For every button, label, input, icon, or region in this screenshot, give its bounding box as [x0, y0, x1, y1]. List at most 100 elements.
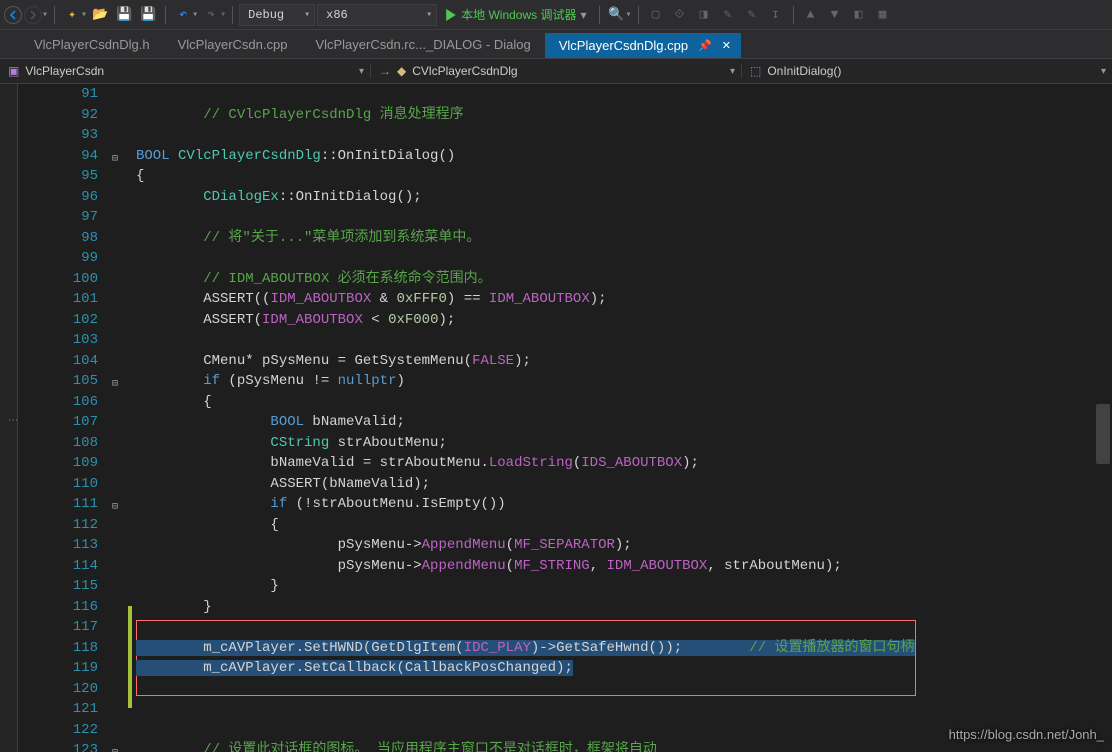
vertical-scrollbar[interactable] — [1096, 404, 1110, 464]
txt: ::OnInitDialog(); — [279, 189, 422, 205]
m: FALSE — [472, 353, 514, 369]
t: ); — [615, 537, 632, 553]
nav-class-dropdown[interactable]: → ◆ CVlcPlayerCsdnDlg — [370, 64, 741, 78]
k: if — [203, 373, 220, 389]
t: )->GetSafeHwnd()); — [531, 640, 682, 656]
fold-icon[interactable]: ⊟ — [112, 744, 118, 752]
fold-icon[interactable]: ⊟ — [112, 375, 118, 396]
line-number: 110 — [18, 474, 98, 495]
box-icon[interactable]: ▢ — [645, 4, 667, 26]
config-dropdown[interactable]: Debug — [239, 4, 315, 26]
t — [136, 373, 203, 389]
c: // 设置播放器的窗口句柄 — [682, 640, 914, 656]
m: IDM_ABOUTBOX — [489, 291, 590, 307]
kw: BOOL — [136, 148, 170, 164]
tool-icon[interactable]: ◧ — [848, 4, 870, 26]
undo-icon[interactable]: ↶ — [172, 4, 194, 26]
m: IDM_ABOUTBOX — [262, 312, 363, 328]
comment: // 设置此对话框的图标。 当应用程序主窗口不是对话框时，框架将自动 — [136, 742, 657, 752]
line-number: 96 — [18, 187, 98, 208]
t — [136, 414, 270, 430]
t: (!strAboutMenu.IsEmpty()) — [287, 496, 505, 512]
line-number: 91 — [18, 84, 98, 105]
watermark: https://blog.csdn.net/Jonh_ — [949, 727, 1104, 742]
line-number: 115 — [18, 576, 98, 597]
line-number: 102 — [18, 310, 98, 331]
document-tabs: VlcPlayerCsdnDlg.h VlcPlayerCsdn.cpp Vlc… — [0, 30, 1112, 58]
line-number: 112 — [18, 515, 98, 536]
nav-member-dropdown[interactable]: ⬚ OnInitDialog() — [741, 64, 1112, 78]
t: ASSERT(( — [136, 291, 270, 307]
nav-forward-icon[interactable] — [24, 6, 42, 24]
fold-icon[interactable]: ⊟ — [112, 150, 118, 171]
t — [136, 496, 270, 512]
save-all-icon[interactable]: 💾 — [137, 4, 159, 26]
t: strAboutMenu; — [329, 435, 447, 451]
pin-icon[interactable]: 📌 — [698, 39, 712, 52]
type: CDialogEx — [136, 189, 279, 205]
n: 0xF000 — [388, 312, 438, 328]
separator — [599, 6, 600, 24]
tab-label: VlcPlayerCsdn.cpp — [178, 37, 288, 52]
new-item-icon[interactable]: ✦ — [61, 4, 83, 26]
tool-icon[interactable]: ◨ — [693, 4, 715, 26]
t — [136, 435, 270, 451]
txt: ::OnInitDialog() — [321, 148, 455, 164]
tab-csdn-cpp[interactable]: VlcPlayerCsdn.cpp — [164, 31, 302, 58]
line-number: 108 — [18, 433, 98, 454]
line-number: 94 — [18, 146, 98, 167]
tool-icon[interactable]: ▲ — [800, 4, 822, 26]
t: { — [136, 394, 212, 410]
open-icon[interactable]: 📂 — [89, 4, 111, 26]
run-button[interactable]: 本地 Windows 调试器 ▾ — [439, 6, 592, 23]
tool-icon[interactable]: ↧ — [765, 4, 787, 26]
platform-dropdown[interactable]: x86 — [317, 4, 437, 26]
redo-icon[interactable]: ↷ — [200, 4, 222, 26]
nav-scope-dropdown[interactable]: ▣ VlcPlayerCsdn — [0, 64, 370, 78]
class-icon: ◆ — [397, 64, 406, 78]
t: ( — [506, 537, 514, 553]
t: } — [136, 599, 212, 615]
close-icon[interactable]: ✕ — [722, 39, 731, 52]
tab-dlg-h[interactable]: VlcPlayerCsdnDlg.h — [20, 31, 164, 58]
m: MF_SEPARATOR — [514, 537, 615, 553]
tab-dialog[interactable]: VlcPlayerCsdn.rc..._DIALOG - Dialog — [301, 31, 544, 58]
code-editor[interactable]: 9192939495969798991001011021031041051061… — [18, 84, 1112, 752]
t: { — [136, 517, 279, 533]
line-number: 121 — [18, 699, 98, 720]
code-area[interactable]: // CVlcPlayerCsdnDlg 消息处理程序 BOOL CVlcPla… — [136, 84, 1112, 752]
tab-dlg-cpp[interactable]: VlcPlayerCsdnDlg.cpp 📌 ✕ — [545, 33, 741, 58]
tool-icon[interactable]: ▦ — [872, 4, 894, 26]
comment: // CVlcPlayerCsdnDlg 消息处理程序 — [136, 107, 464, 123]
m: IDM_ABOUTBOX — [270, 291, 371, 307]
line-number: 119 — [18, 658, 98, 679]
tool-icon[interactable]: ⟐ — [669, 4, 691, 26]
line-number: 117 — [18, 617, 98, 638]
nav-class-label: CVlcPlayerCsdnDlg — [412, 64, 517, 78]
m: IDS_ABOUTBOX — [581, 455, 682, 471]
nav-back-icon[interactable] — [4, 6, 22, 24]
t: ) == — [447, 291, 489, 307]
separator — [232, 6, 233, 24]
tab-label: VlcPlayerCsdnDlg.h — [34, 37, 150, 52]
line-number: 100 — [18, 269, 98, 290]
line-number: 101 — [18, 289, 98, 310]
play-icon — [445, 9, 457, 21]
tool-icon[interactable]: ✎ — [717, 4, 739, 26]
fold-icon[interactable]: ⊟ — [112, 498, 118, 519]
t: ); — [514, 353, 531, 369]
txt: { — [136, 168, 144, 184]
tool-icon[interactable]: ✎ — [741, 4, 763, 26]
side-strip[interactable]: ⋮ — [0, 84, 18, 752]
t: , strAboutMenu); — [707, 558, 841, 574]
line-number: 104 — [18, 351, 98, 372]
line-number: 113 — [18, 535, 98, 556]
t: ); — [439, 312, 456, 328]
save-icon[interactable]: 💾 — [113, 4, 135, 26]
t: ) — [396, 373, 404, 389]
tool-icon[interactable]: ▼ — [824, 4, 846, 26]
tab-label: VlcPlayerCsdnDlg.cpp — [559, 38, 688, 53]
m: AppendMenu — [422, 537, 506, 553]
find-icon[interactable]: 🔍 — [606, 4, 628, 26]
m: AppendMenu — [422, 558, 506, 574]
